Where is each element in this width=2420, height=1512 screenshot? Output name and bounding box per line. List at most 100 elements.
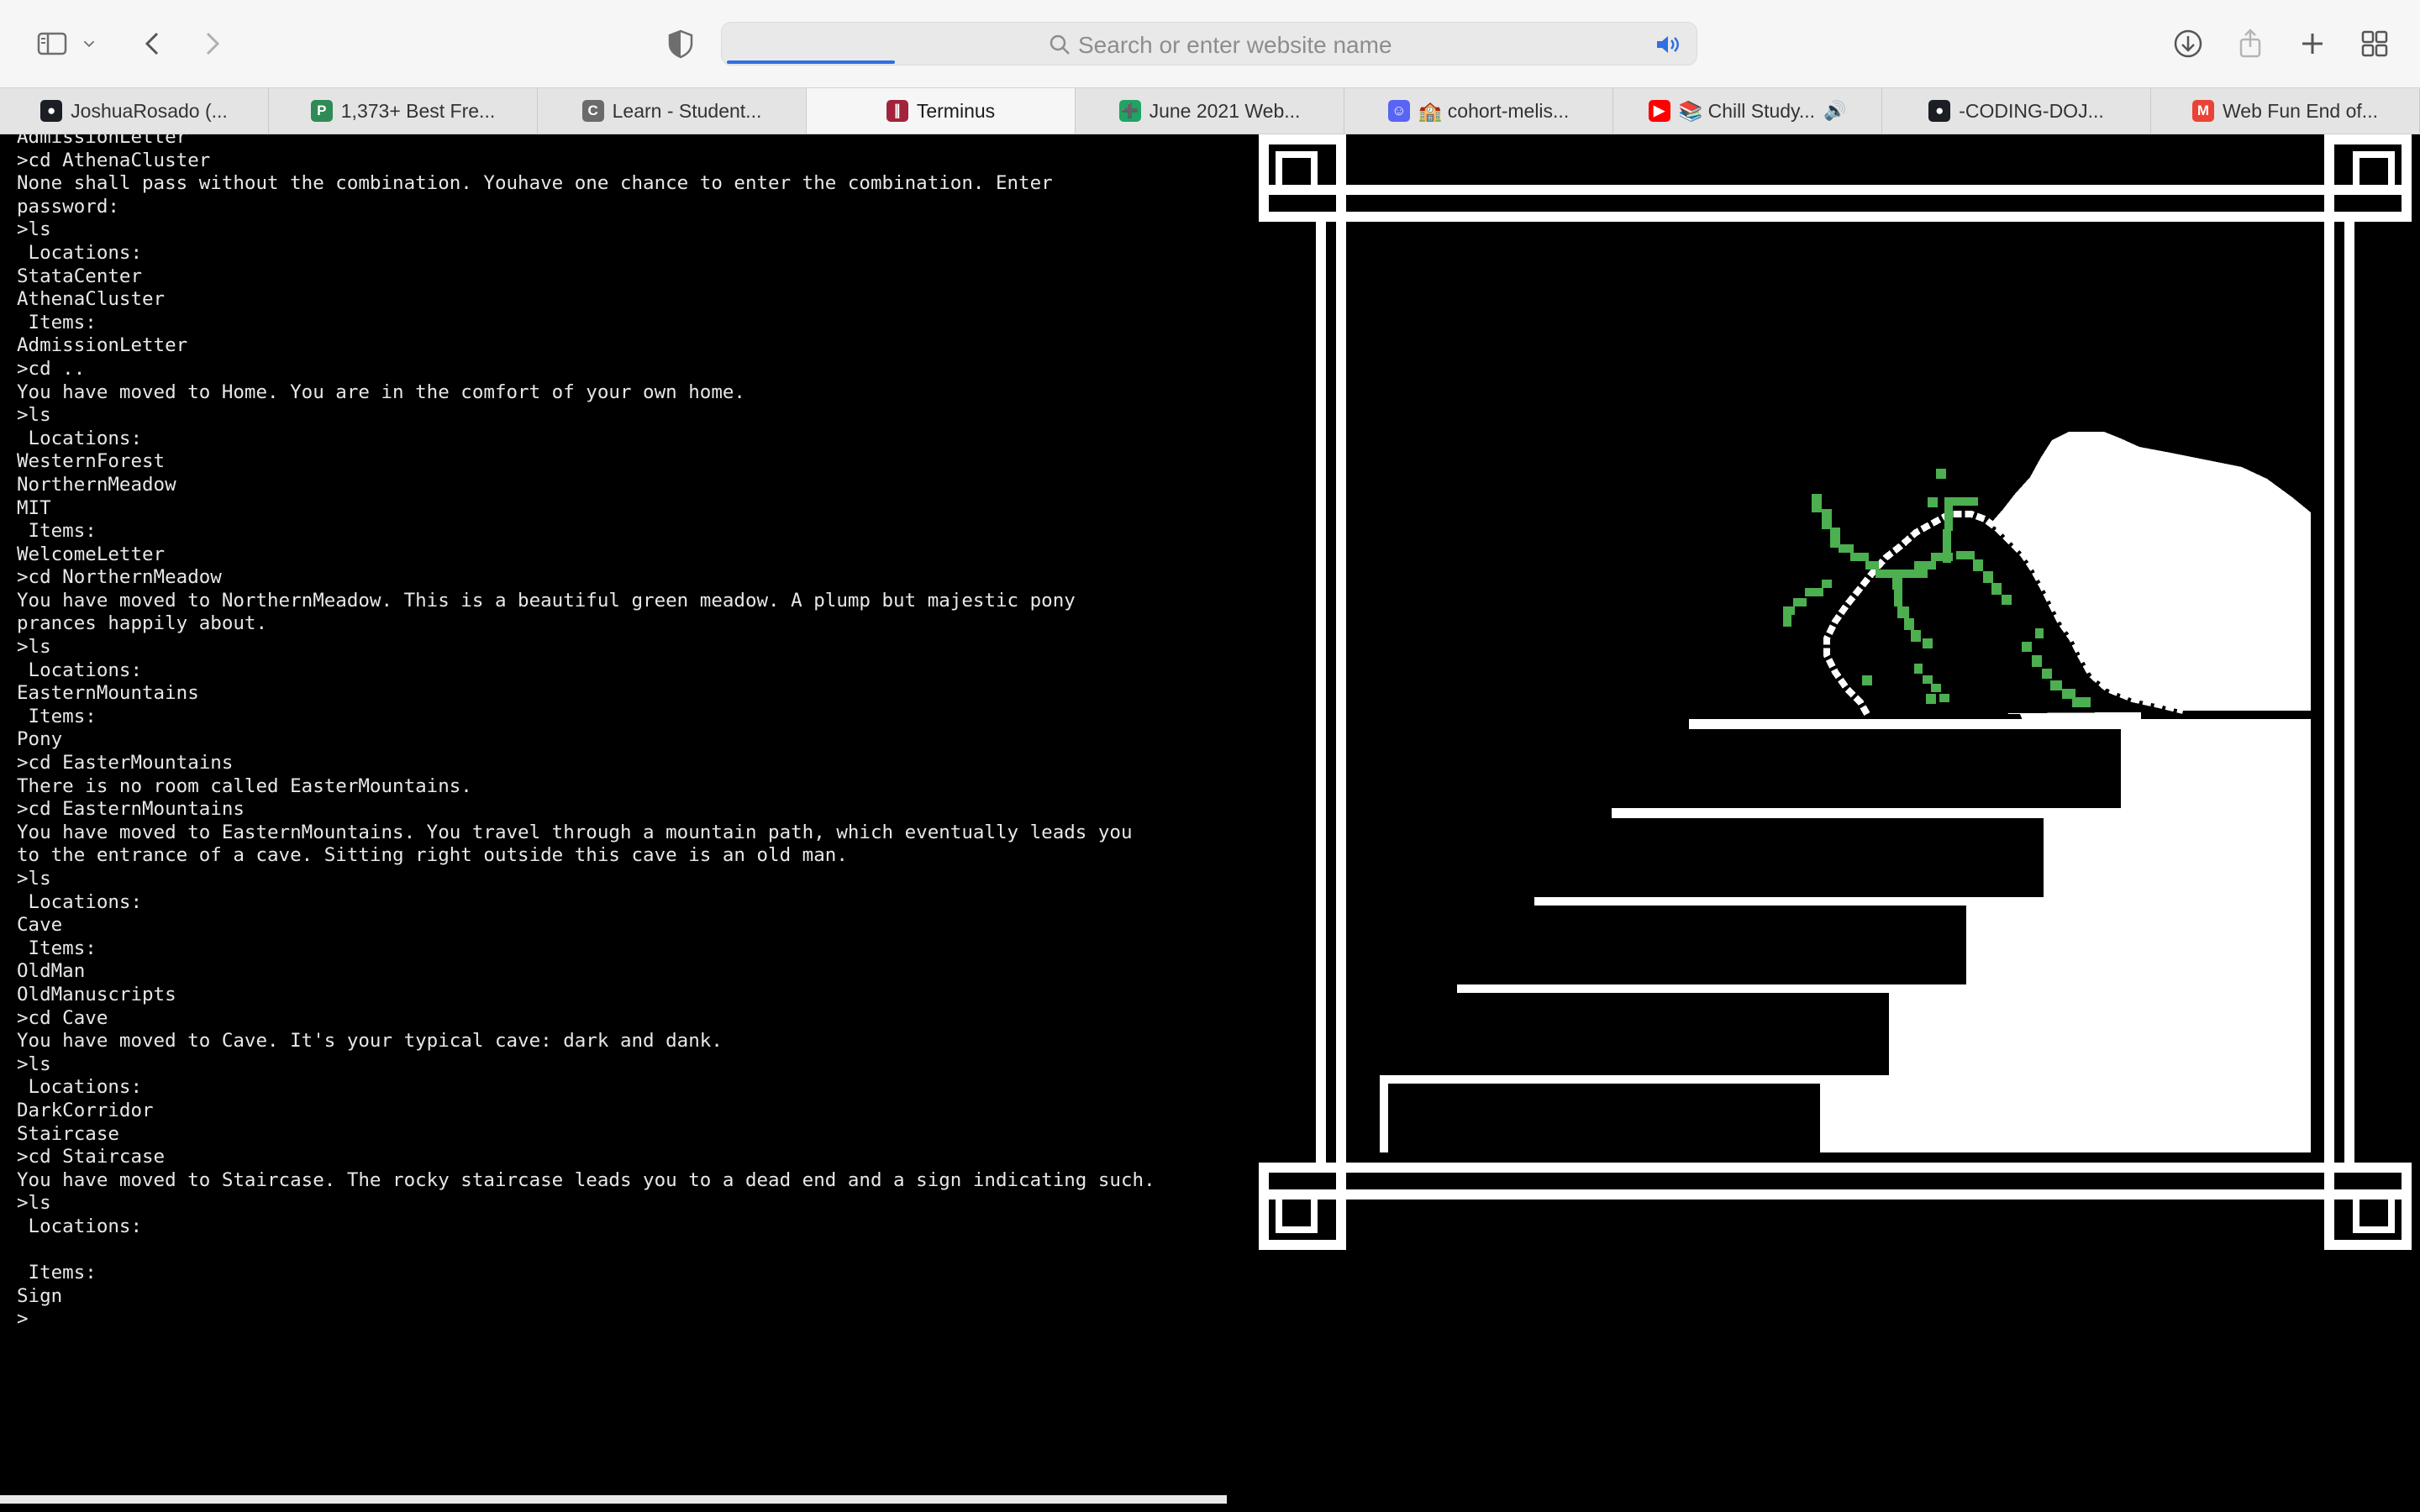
tab-8[interactable]: M Web Fun End of... [2151,88,2420,134]
tab-label: Learn - Student... [612,99,762,122]
github-icon: ● [40,100,63,122]
sidebar-icon[interactable] [34,25,71,62]
terminal-line: Locations: [17,1215,143,1237]
terminal-line: You have moved to Staircase. The rocky s… [17,1168,1155,1191]
p-logo-icon: P [310,100,333,122]
terminal-line: Sign [17,1284,63,1307]
tab-5[interactable]: ☺ 🏫 cohort-melis... [1344,88,1613,134]
search-input[interactable]: Search or enter website name [1078,32,1392,59]
terminal-line: to the entrance of a cave. Sitting right… [17,844,848,867]
terminal-line: >ls [17,1053,51,1075]
room-illustration [1259,134,2412,1260]
terminal-line: StataCenter [17,265,143,287]
terminal-line: password: [17,195,119,218]
terminal-line: >ls [17,636,51,659]
audio-icon[interactable] [1655,33,1681,56]
tab-1[interactable]: P 1,373+ Best Fre... [269,88,538,134]
browser-toolbar: Search or enter website name [0,0,2420,87]
tab-label: 🏫 cohort-melis... [1418,99,1570,122]
terminal-line: >cd AthenaCluster [17,149,211,171]
terminal-line: Locations: [17,659,143,681]
terminal-line: AthenaCluster [17,288,166,311]
github-icon: ● [1928,100,1951,122]
terminal-line: You have moved to Cave. It's your typica… [17,1030,723,1053]
terminus-icon: ∥ [886,100,908,122]
terminal-line: Items: [17,311,97,333]
terminal-line: >cd Staircase [17,1146,166,1168]
sheets-icon: ➕ [1118,100,1141,122]
tab-label: Terminus [916,99,996,122]
scrollbar[interactable] [0,1495,1227,1504]
terminal-line: Locations: [17,1076,143,1099]
tab-6[interactable]: ▶ 📚 Chill Study... 🔊 [1613,88,1882,134]
tab-label: 1,373+ Best Fre... [340,99,496,122]
terminal-line: Locations: [17,890,143,913]
terminal-line: You have moved to NorthernMeadow. This i… [17,589,1076,612]
terminal-line: Locations: [17,241,143,264]
terminal-line: Items: [17,705,97,727]
page-load-progress [727,60,895,64]
terminal-line: There is no room called EasterMountains. [17,774,472,797]
terminal-line: >cd Cave [17,1006,108,1029]
terminal-line: >ls [17,404,51,427]
terminal-line: EasternMountains [17,682,199,705]
youtube-icon: ▶ [1648,100,1670,122]
terminal-line: > [17,1308,29,1331]
tab-overview-icon[interactable] [2356,25,2393,62]
terminal-line: >cd .. [17,357,86,380]
speaker-icon[interactable]: 🔊 [1823,100,1846,122]
discord-icon: ☺ [1387,100,1410,122]
terminal-panel[interactable]: AdmissionLetter >cd AthenaCluster None sha… [0,134,1227,1504]
tab-label: -CODING-DOJ... [1959,99,2104,122]
terminal-line: AdmissionLetter [17,134,188,148]
plus-icon[interactable] [2294,25,2331,62]
tab-4[interactable]: ➕ June 2021 Web... [1076,88,1344,134]
terminal-line: prances happily about. [17,612,268,635]
terminal-line: Staircase [17,1122,119,1145]
tab-label: Web Fun End of... [2223,99,2378,122]
download-icon[interactable] [2170,25,2207,62]
share-icon[interactable] [2232,25,2269,62]
terminal-line: >cd EasternMountains [17,798,245,821]
terminal-line: OldManuscripts [17,983,176,1005]
tab-label: JoshuaRosado (... [71,99,228,122]
shield-icon[interactable] [662,25,699,62]
terminal-line: You have moved to EasternMountains. You … [17,821,1133,843]
tab-7[interactable]: ● -CODING-DOJ... [1882,88,2151,134]
tab-bar: ● JoshuaRosado (... P 1,373+ Best Fre... C Le… [0,87,2420,134]
tab-label: 📚 Chill Study... [1678,99,1816,122]
terminal-line: Cave [17,914,63,937]
terminal-line: AdmissionLetter [17,334,188,357]
tab-0[interactable]: ● JoshuaRosado (... [0,88,269,134]
terminal-line: Items: [17,1262,97,1284]
c-logo-icon: C [581,100,604,122]
terminal-line: Locations: [17,427,143,449]
terminal-line: WelcomeLetter [17,543,166,565]
chevron-down-icon[interactable] [77,25,101,62]
gmail-icon: M [2192,100,2215,122]
terminal-line: MIT [17,496,51,519]
tab-2[interactable]: C Learn - Student... [538,88,807,134]
terminal-line: None shall pass without the combination.… [17,172,1053,195]
terminal-line: >ls [17,868,51,890]
terminal-line: >cd NorthernMeadow [17,566,222,589]
terminal-line: Items: [17,937,97,959]
terminal-line: You have moved to Home. You are in the c… [17,381,745,403]
terminal-line: NorthernMeadow [17,473,176,496]
terminal-line: Items: [17,520,97,543]
terminal-line: >ls [17,1192,51,1215]
search-icon [1050,34,1070,55]
terminal-line: >cd EasterMountains [17,752,234,774]
terminal-output: AdmissionLetter >cd AthenaCluster None sha… [17,134,1155,1331]
forward-arrow-icon[interactable] [193,25,230,62]
tab-3[interactable]: ∥ Terminus [807,88,1076,134]
terminal-line: OldMan [17,960,86,983]
terminal-line: DarkCorridor [17,1099,154,1121]
terminal-line: >ls [17,218,51,241]
terminal-line: WesternForest [17,450,166,473]
terminal-line: Pony [17,728,63,751]
back-arrow-icon[interactable] [134,25,171,62]
tab-label: June 2021 Web... [1149,99,1301,122]
address-bar[interactable]: Search or enter website name [721,22,1697,66]
